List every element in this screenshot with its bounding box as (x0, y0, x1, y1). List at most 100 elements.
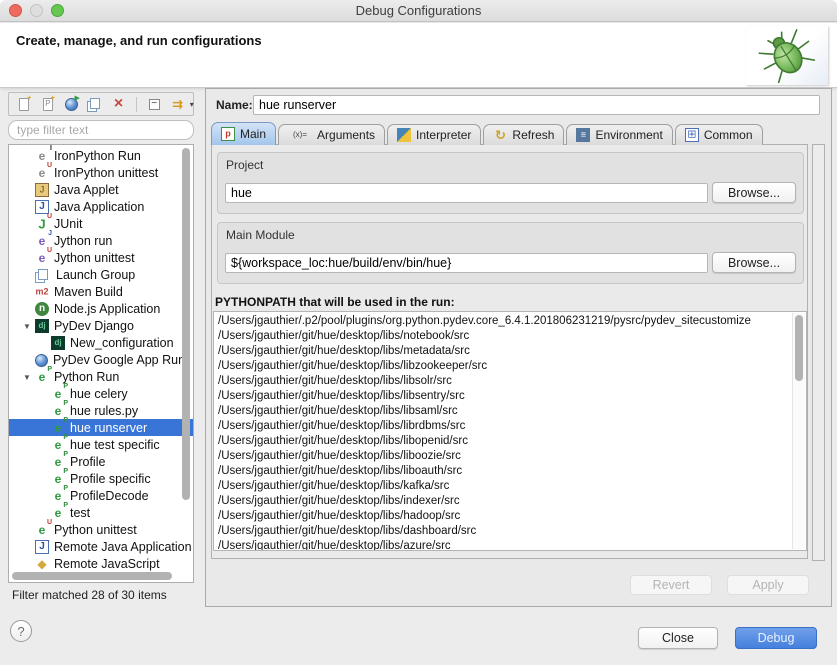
apply-button[interactable]: Apply (727, 575, 809, 595)
tree-item-ironpython-run[interactable]: eI IronPython Run (9, 147, 193, 164)
tree-item-label: Python unittest (54, 523, 137, 537)
tree-item-label: Python Run (54, 370, 119, 384)
collapse-all-button[interactable]: − (146, 96, 163, 113)
pythonpath-row[interactable]: /Users/jgauthier/git/hue/desktop/libs/li… (214, 374, 806, 389)
tree-item-jython-run[interactable]: eJJython run (9, 232, 193, 249)
tree-item-label: IronPython Run (54, 149, 141, 163)
tree-item-pydev-django[interactable]: ▼djPyDev Django (9, 317, 193, 334)
pythonpath-row[interactable]: /Users/jgauthier/git/hue/desktop/libs/li… (214, 359, 806, 374)
tree-item-maven-build[interactable]: m2Maven Build (9, 283, 193, 300)
tab-main[interactable]: pMain (211, 122, 276, 145)
tree-item-label: ProfileDecode (70, 489, 149, 503)
tree-item-label: Java Applet (54, 183, 119, 197)
filter-configurations-button[interactable]: ⇉▾ (169, 96, 186, 113)
main-tab-content: Project Browse... Main Module Browse... … (211, 144, 808, 559)
tree-item-jython-unittest[interactable]: eU Jython unittest (9, 249, 193, 266)
pythonpath-row[interactable]: /Users/jgauthier/.p2/pool/plugins/org.py… (214, 314, 806, 329)
tree-item-node-js-application[interactable]: nNode.js Application (9, 300, 193, 317)
pythonpath-row[interactable]: /Users/jgauthier/git/hue/desktop/libs/li… (214, 464, 806, 479)
pythonpath-row[interactable]: /Users/jgauthier/git/hue/desktop/libs/me… (214, 344, 806, 359)
pythonpath-scrollbar[interactable] (792, 313, 805, 549)
tree-item-label: Profile specific (70, 472, 151, 486)
pythonpath-row[interactable]: /Users/jgauthier/git/hue/desktop/libs/da… (214, 524, 806, 539)
delete-icon: × (112, 97, 126, 111)
expander-icon[interactable]: ▼ (23, 322, 35, 331)
tab-common[interactable]: ⊞Common (675, 124, 763, 145)
titlebar[interactable]: Debug Configurations (0, 0, 837, 22)
pythonpath-row[interactable]: /Users/jgauthier/git/hue/desktop/libs/li… (214, 434, 806, 449)
pythonpath-row[interactable]: /Users/jgauthier/git/hue/desktop/libs/az… (214, 539, 806, 551)
delete-button[interactable]: × (110, 96, 127, 113)
scrollbar-thumb[interactable] (12, 572, 172, 580)
tree-item-label: Launch Group (56, 268, 135, 282)
main-module-input[interactable] (225, 253, 708, 273)
collapse-all-icon: − (149, 99, 160, 110)
tab-refresh[interactable]: ↻Refresh (483, 124, 564, 145)
tree-item-java-application[interactable]: JJava Application (9, 198, 193, 215)
duplicate-button[interactable] (87, 96, 104, 113)
tree-item-label: hue rules.py (70, 404, 138, 418)
ironpython-unittest-icon: eU (35, 166, 49, 180)
tab-interpreter[interactable]: Interpreter (387, 124, 481, 145)
ironpython-run-icon: eI (35, 149, 49, 163)
tree-item-profile[interactable]: ePProfile (9, 453, 193, 470)
tree-item-junit[interactable]: JUJUnit (9, 215, 193, 232)
pythonpath-row[interactable]: /Users/jgauthier/git/hue/desktop/libs/li… (214, 419, 806, 434)
tree-item-test[interactable]: ePtest (9, 504, 193, 521)
pythonpath-row[interactable]: /Users/jgauthier/git/hue/desktop/libs/li… (214, 449, 806, 464)
pythonpath-row[interactable]: /Users/jgauthier/git/hue/desktop/libs/no… (214, 329, 806, 344)
tree-item-label: Jython unittest (54, 251, 135, 265)
project-browse-button[interactable]: Browse... (712, 182, 796, 203)
python-run-icon: eP (51, 421, 65, 435)
pythonpath-list: /Users/jgauthier/.p2/pool/plugins/org.py… (213, 311, 807, 551)
tree-item-hue-celery[interactable]: ePhue celery (9, 385, 193, 402)
pythonpath-row[interactable]: /Users/jgauthier/git/hue/desktop/libs/ha… (214, 509, 806, 524)
interpreter-icon (397, 128, 411, 142)
tree-item-java-applet[interactable]: JJava Applet (9, 181, 193, 198)
tree-item-hue-test-specific[interactable]: ePhue test specific (9, 436, 193, 453)
tab-label: Arguments (317, 128, 375, 142)
pythonpath-row[interactable]: /Users/jgauthier/git/hue/desktop/libs/in… (214, 494, 806, 509)
tree-item-label: hue runserver (70, 421, 147, 435)
tab-content-scrollbar[interactable] (812, 144, 825, 561)
pythonpath-row[interactable]: /Users/jgauthier/git/hue/desktop/libs/ka… (214, 479, 806, 494)
pydev-django-icon: dj (35, 319, 49, 333)
tree-item-python-run[interactable]: ▼ePPython Run (9, 368, 193, 385)
tree-item-remote-java-application[interactable]: J→Remote Java Application (9, 538, 193, 555)
tree-item-hue-rules-py[interactable]: ePhue rules.py (9, 402, 193, 419)
scrollbar-thumb[interactable] (795, 315, 803, 381)
refresh-icon: ↻ (493, 128, 507, 142)
tab-arguments[interactable]: (x)=Arguments (278, 124, 385, 145)
main-module-browse-button[interactable]: Browse... (712, 252, 796, 273)
filter-input[interactable] (8, 120, 194, 140)
new-configuration-button[interactable]: + (16, 96, 33, 113)
debug-button[interactable]: Debug (735, 627, 817, 649)
tree-vertical-scrollbar[interactable] (180, 146, 192, 570)
help-button[interactable]: ? (10, 620, 32, 642)
scrollbar-thumb[interactable] (182, 148, 190, 500)
tree-item-profiledecode[interactable]: ePProfileDecode (9, 487, 193, 504)
close-button[interactable]: Close (638, 627, 718, 649)
jython-unittest-icon: eU (35, 251, 49, 265)
expander-icon[interactable]: ▼ (23, 373, 35, 382)
main-module-label: Main Module (226, 228, 295, 242)
tree-item-ironpython-unittest[interactable]: eUIronPython unittest (9, 164, 193, 181)
pythonpath-row[interactable]: /Users/jgauthier/git/hue/desktop/libs/li… (214, 389, 806, 404)
tree-item-profile-specific[interactable]: ePProfile specific (9, 470, 193, 487)
pythonpath-row[interactable]: /Users/jgauthier/git/hue/desktop/libs/li… (214, 404, 806, 419)
tree-item-pydev-google-app-run[interactable]: PyDev Google App Run (9, 351, 193, 368)
revert-button[interactable]: Revert (630, 575, 712, 595)
name-input[interactable] (253, 95, 820, 115)
tree-item-hue-runserver[interactable]: eP hue runserver (9, 419, 193, 436)
tree-item-label: JUnit (54, 217, 82, 231)
tree-item-launch-group[interactable]: Launch Group (9, 266, 193, 283)
project-input[interactable] (225, 183, 708, 203)
tree-horizontal-scrollbar[interactable] (10, 571, 179, 581)
export-configurations-button[interactable]: ▶ (63, 96, 80, 113)
tree-item-remote-javascript[interactable]: ◆Remote JavaScript (9, 555, 193, 572)
tree-item-new-configuration[interactable]: djNew_configuration (9, 334, 193, 351)
tree-item-python-unittest[interactable]: eUPython unittest (9, 521, 193, 538)
new-prototype-button[interactable]: P+ (40, 96, 57, 113)
tab-environment[interactable]: ≡Environment (566, 124, 672, 145)
debug-configurations-window: Debug Configurations Create, manage, and… (0, 0, 837, 665)
